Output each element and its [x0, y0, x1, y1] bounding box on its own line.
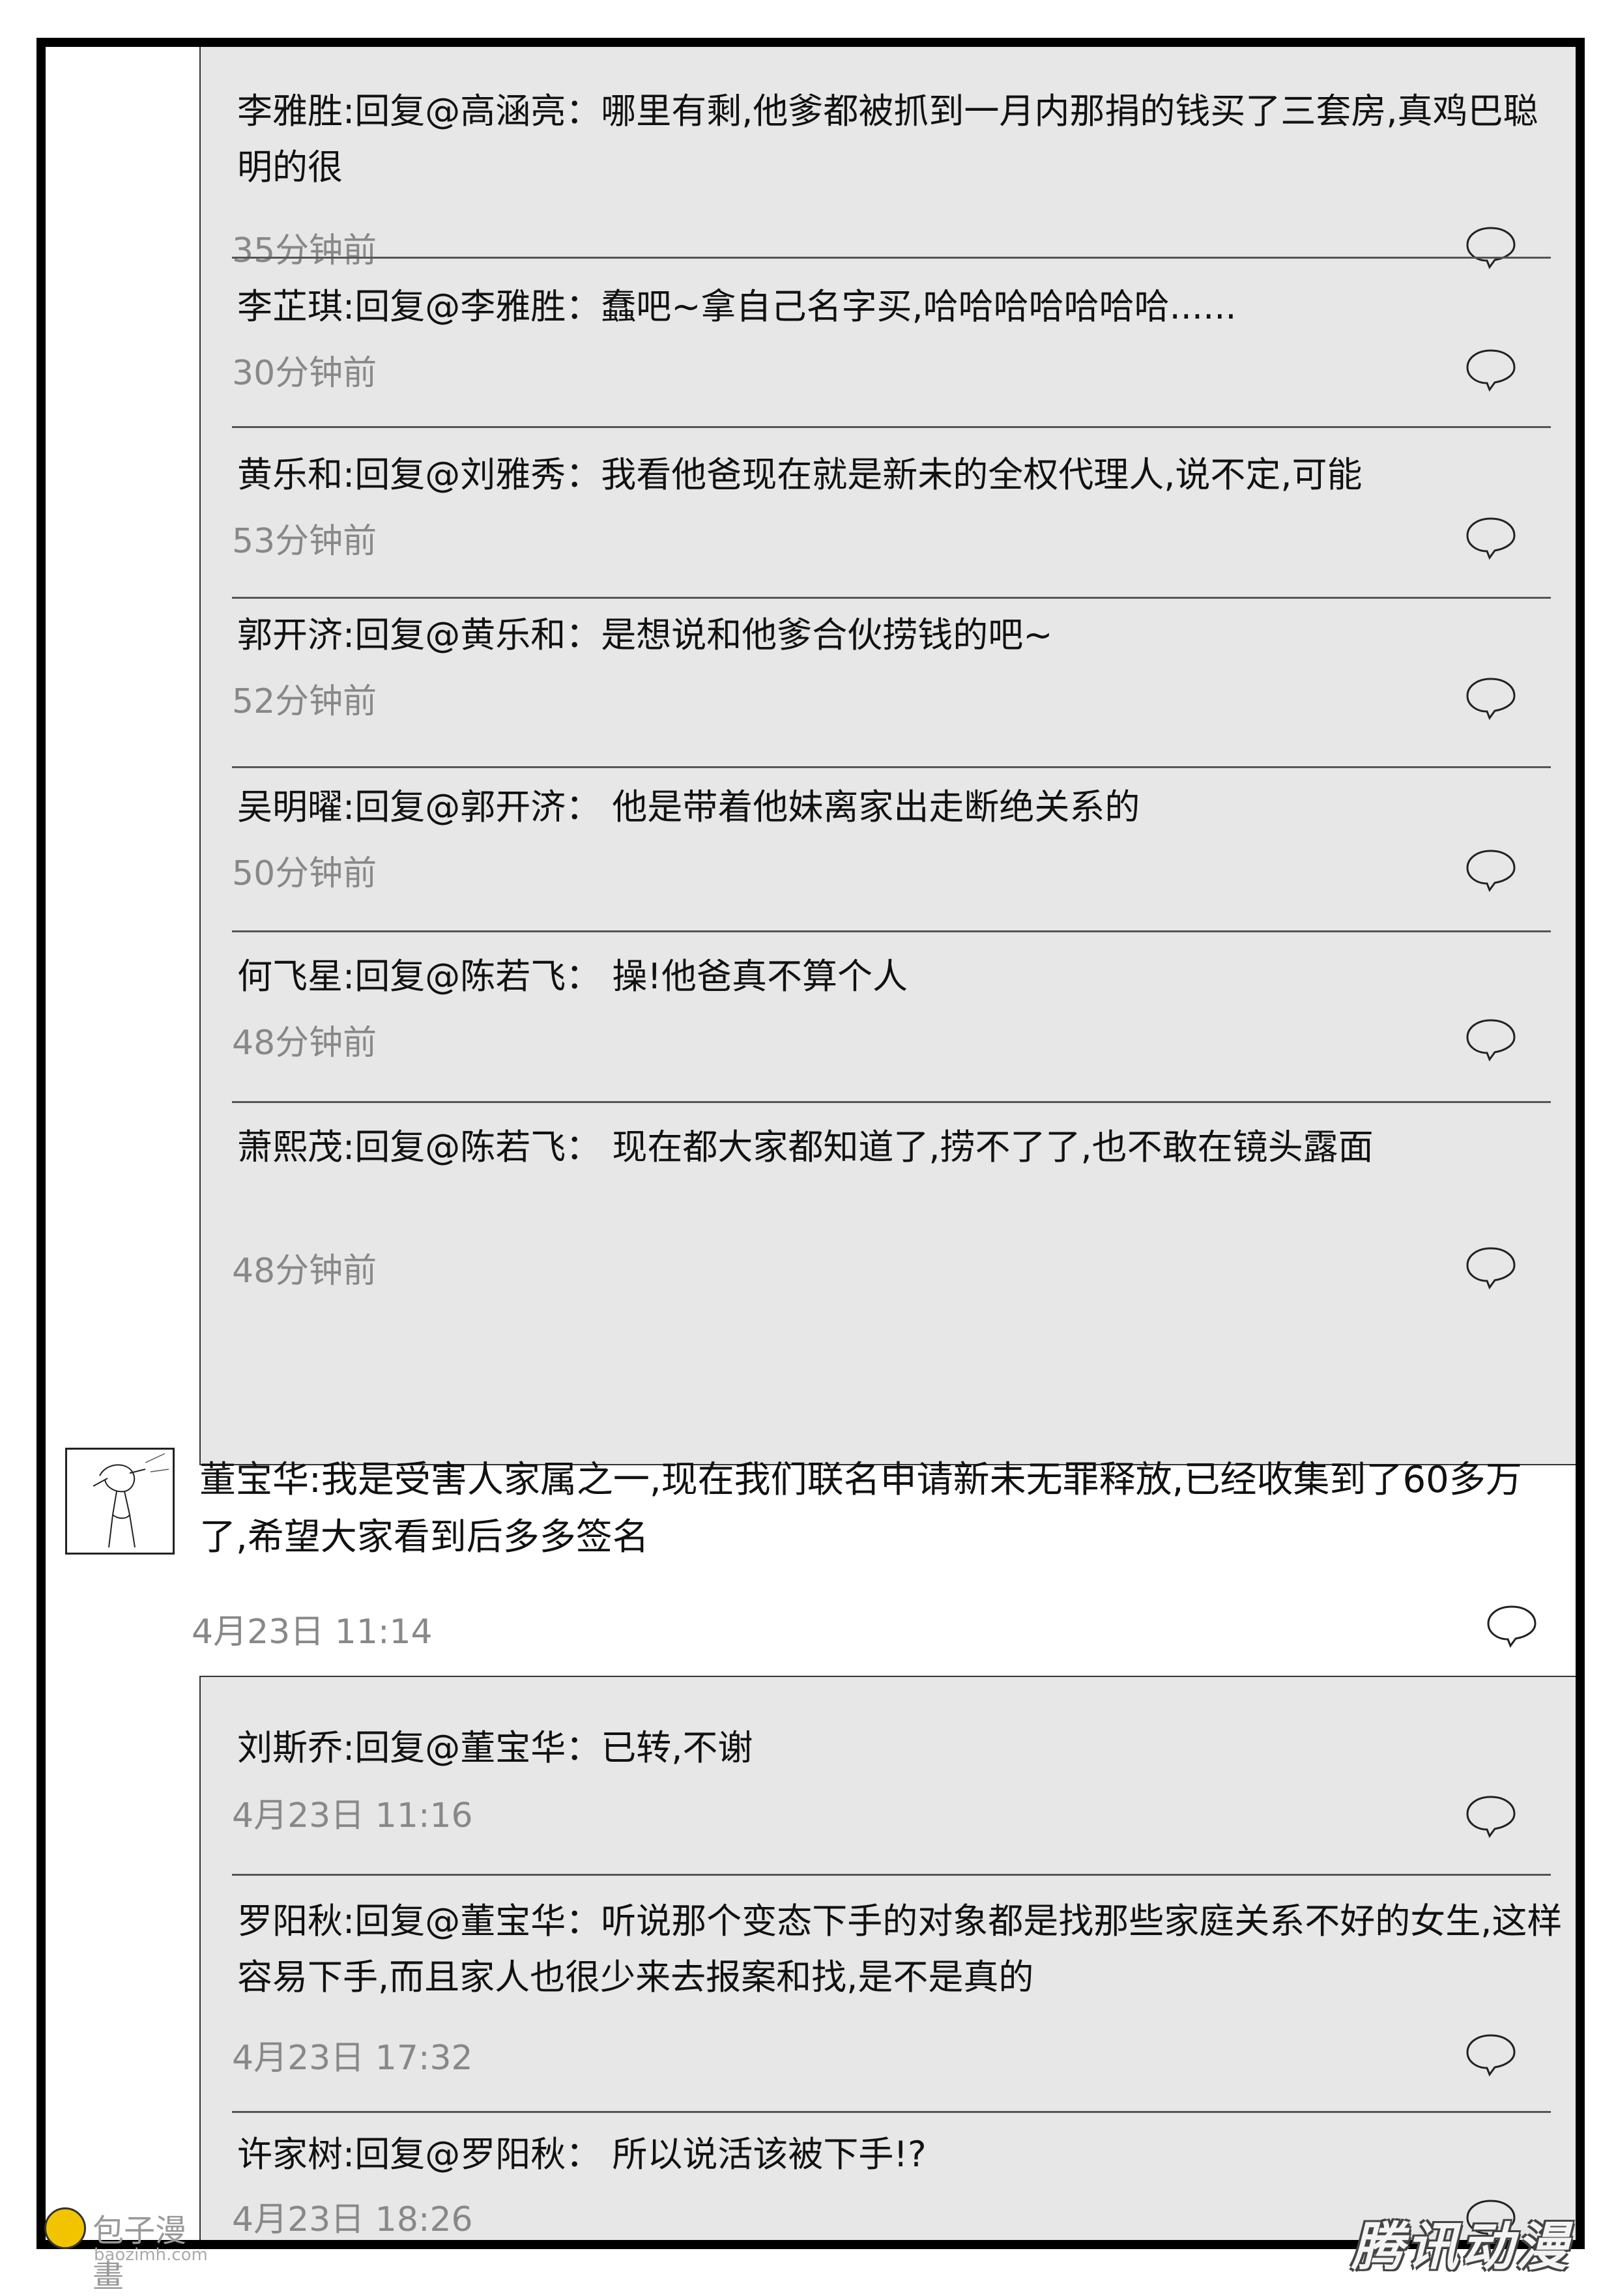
- reply-time: 35分钟前: [232, 231, 377, 270]
- reply-divider: [232, 1101, 1551, 1103]
- baozi-watermark: 包子漫畫 baozimh.com: [44, 2203, 214, 2295]
- reply-text: 吴明曜:回复@郭开济： 他是带着他妹离家出走断绝关系的: [237, 786, 1140, 827]
- reply-bubble-icon[interactable]: [1465, 347, 1517, 392]
- baozi-logo-icon: [44, 2207, 86, 2249]
- reply-divider: [232, 930, 1551, 932]
- reply-bubble-icon[interactable]: [1465, 1016, 1517, 1062]
- reply-time: 4月23日 18:26: [232, 2200, 473, 2239]
- reply-divider: [232, 426, 1551, 428]
- reply-divider: [232, 2111, 1551, 2113]
- reply-text: 罗阳秋:回复@董宝华：听说那个变态下手的对象都是找那些家庭关系不好的女生,这样容…: [237, 1901, 1563, 1998]
- reply-text: 黄乐和:回复@刘雅秀：我看他爸现在就是新未的全权代理人,说不定,可能: [237, 454, 1363, 495]
- comment-time: 4月23日 11:14: [192, 1613, 433, 1652]
- reply-text: 刘斯乔:回复@董宝华：已转,不谢: [237, 1727, 753, 1768]
- reply-text: 李雅胜:回复@高涵亮：哪里有剩,他爹都被抓到一月内那捐的钱买了三套房,真鸡巴聪明…: [237, 91, 1538, 188]
- reply-text: 萧熙茂:回复@陈若飞： 现在都大家都知道了,捞不了了,也不敢在镜头露面: [237, 1126, 1374, 1168]
- reply-text: 何飞星:回复@陈若飞： 操!他爸真不算个人: [237, 956, 908, 997]
- reply-bubble-icon[interactable]: [1486, 1603, 1538, 1648]
- reply-text: 李芷琪:回复@李雅胜：蠢吧~拿自己名字买,哈哈哈哈哈哈哈......: [237, 286, 1237, 327]
- reply-time: 50分钟前: [232, 854, 377, 893]
- reply-bubble-icon[interactable]: [1465, 1244, 1517, 1290]
- reply-bubble-icon[interactable]: [1465, 847, 1517, 893]
- comment-text: 董宝华:我是受害人家属之一,现在我们联名申请新未无罪释放,已经收集到了60多万了…: [199, 1459, 1522, 1558]
- reply-bubble-icon[interactable]: [1465, 515, 1517, 560]
- reply-bubble-icon[interactable]: [1465, 1793, 1517, 1839]
- main-comment: 董宝华:我是受害人家属之一,现在我们联名申请新未无罪释放,已经收集到了60多万了…: [65, 1448, 1576, 1656]
- reply-bubble-icon[interactable]: [1465, 224, 1517, 270]
- tencent-comic-watermark: 腾讯动漫: [1351, 2217, 1570, 2277]
- reply-bubble-icon[interactable]: [1465, 675, 1517, 721]
- reply-time: 4月23日 11:16: [232, 1796, 473, 1835]
- reply-thread-1: 李雅胜:回复@高涵亮：哪里有剩,他爹都被抓到一月内那捐的钱买了三套房,真鸡巴聪明…: [199, 47, 1576, 1465]
- comic-page-frame: 李雅胜:回复@高涵亮：哪里有剩,他爹都被抓到一月内那捐的钱买了三套房,真鸡巴聪明…: [36, 38, 1585, 2249]
- sketch-figure-icon: [93, 1453, 169, 1548]
- reply-divider: [232, 1874, 1551, 1876]
- avatar[interactable]: [65, 1448, 175, 1555]
- reply-text: 郭开济:回复@黄乐和：是想说和他爹合伙捞钱的吧~: [237, 614, 1053, 655]
- reply-bubble-icon[interactable]: [1465, 2031, 1517, 2077]
- reply-time: 30分钟前: [232, 354, 377, 393]
- reply-time: 52分钟前: [232, 682, 377, 721]
- reply-text: 许家树:回复@罗阳秋： 所以说活该被下手!?: [237, 2134, 927, 2175]
- reply-time: 48分钟前: [232, 1024, 377, 1063]
- reply-time: 4月23日 17:32: [232, 2039, 473, 2078]
- reply-divider: [232, 766, 1551, 768]
- reply-divider: [232, 257, 1551, 259]
- reply-time: 48分钟前: [232, 1252, 377, 1291]
- reply-thread-2: 刘斯乔:回复@董宝华：已转,不谢 4月23日 11:16 罗阳秋:回复@董宝华：…: [199, 1676, 1576, 2240]
- reply-time: 53分钟前: [232, 522, 377, 561]
- watermark-url: baozimh.com: [94, 2245, 208, 2265]
- reply-divider: [232, 597, 1551, 599]
